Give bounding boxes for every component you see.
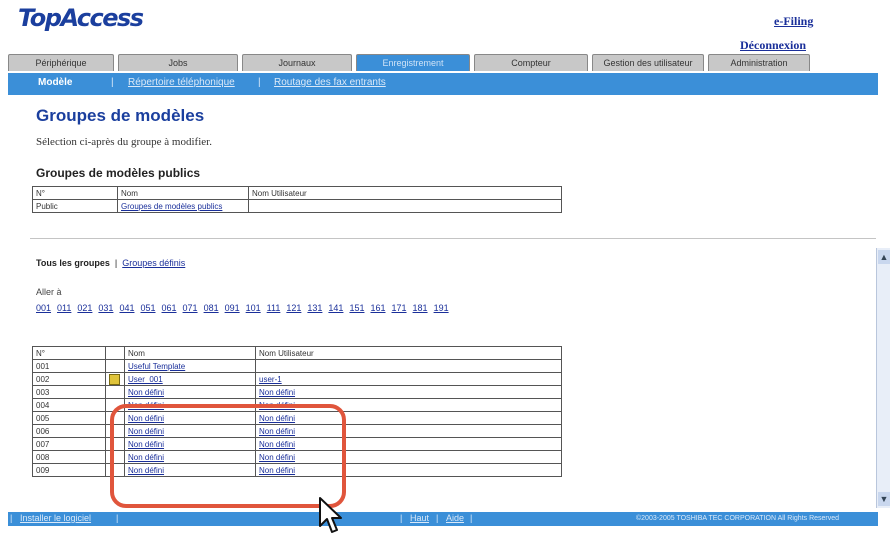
col-header-no: N° bbox=[32, 186, 118, 200]
subnav-separator: | bbox=[258, 77, 261, 88]
tab-all-groups[interactable]: Tous les groupes bbox=[36, 258, 110, 268]
table-header-row: N° Nom Nom Utilisateur bbox=[32, 186, 562, 200]
jump-link[interactable]: 001 bbox=[36, 303, 51, 313]
col-header-no: N° bbox=[32, 346, 106, 360]
table-row: 001 Useful Template bbox=[32, 359, 562, 373]
table-row: 003 Non défini Non défini bbox=[32, 385, 562, 399]
tab-peripherique[interactable]: Périphérique bbox=[8, 54, 114, 71]
logout-link[interactable]: Déconnexion bbox=[740, 38, 806, 53]
tab-enregistrement[interactable]: Enregistrement bbox=[356, 54, 470, 71]
help-link[interactable]: Aide bbox=[446, 513, 464, 523]
row-user bbox=[248, 199, 562, 213]
page-title: Groupes de modèles bbox=[36, 106, 205, 125]
jump-link[interactable]: 071 bbox=[183, 303, 198, 313]
jump-link[interactable]: 131 bbox=[307, 303, 322, 313]
sub-navigation: Modèle | Répertoire téléphonique | Routa… bbox=[8, 73, 878, 95]
highlight-box bbox=[110, 404, 346, 508]
jump-link[interactable]: 121 bbox=[286, 303, 301, 313]
subnav-separator: | bbox=[111, 77, 114, 88]
vertical-scrollbar[interactable]: ▲ ▼ bbox=[876, 248, 890, 508]
lock-icon bbox=[109, 373, 120, 385]
group-user-link[interactable]: Non défini bbox=[259, 388, 295, 397]
jump-link[interactable]: 191 bbox=[434, 303, 449, 313]
row-no: 006 bbox=[32, 424, 106, 438]
efiling-link[interactable]: e-Filing bbox=[774, 14, 813, 29]
footer-separator: | bbox=[10, 513, 13, 523]
jump-link[interactable]: 101 bbox=[246, 303, 261, 313]
row-no: 001 bbox=[32, 359, 106, 373]
subnav-repertoire[interactable]: Répertoire téléphonique bbox=[128, 77, 235, 88]
jump-link[interactable]: 011 bbox=[57, 303, 71, 313]
footer-separator: | bbox=[436, 513, 439, 523]
table-row: Public Groupes de modèles publics bbox=[32, 199, 562, 213]
public-group-link[interactable]: Groupes de modèles publics bbox=[121, 202, 222, 211]
jump-link[interactable]: 081 bbox=[204, 303, 219, 313]
group-filter-tabs: Tous les groupes | Groupes définis bbox=[36, 258, 185, 268]
row-no: 007 bbox=[32, 437, 106, 451]
group-tabs-separator: | bbox=[114, 258, 118, 268]
row-lock-cell bbox=[105, 372, 125, 386]
col-header-lock bbox=[105, 346, 125, 360]
jump-link[interactable]: 031 bbox=[98, 303, 113, 313]
tab-defined-groups[interactable]: Groupes définis bbox=[122, 258, 185, 268]
mouse-cursor-icon bbox=[318, 496, 344, 541]
top-link[interactable]: Haut bbox=[410, 513, 429, 523]
jump-link[interactable]: 061 bbox=[162, 303, 177, 313]
row-lock-cell bbox=[105, 385, 125, 399]
col-header-name: Nom bbox=[124, 346, 256, 360]
jump-label: Aller à bbox=[36, 287, 62, 297]
copyright-text: ©2003-2005 TOSHIBA TEC CORPORATION All R… bbox=[636, 515, 840, 522]
subnav-modele[interactable]: Modèle bbox=[38, 77, 72, 88]
jump-link[interactable]: 051 bbox=[140, 303, 155, 313]
jump-link[interactable]: 181 bbox=[413, 303, 428, 313]
main-tabs: Périphérique Jobs Journaux Enregistremen… bbox=[8, 54, 878, 72]
tab-gestion-utilisateur[interactable]: Gestion des utilisateur bbox=[592, 54, 704, 71]
subnav-routage-fax[interactable]: Routage des fax entrants bbox=[274, 77, 386, 88]
public-groups-title: Groupes de modèles publics bbox=[36, 166, 201, 180]
row-no: 002 bbox=[32, 372, 106, 386]
section-divider bbox=[30, 238, 876, 239]
row-no: 003 bbox=[32, 385, 106, 399]
jump-link[interactable]: 171 bbox=[392, 303, 407, 313]
table-header-row: N° Nom Nom Utilisateur bbox=[32, 346, 562, 360]
scroll-up-icon[interactable]: ▲ bbox=[878, 250, 890, 264]
jump-link[interactable]: 021 bbox=[77, 303, 92, 313]
tab-jobs[interactable]: Jobs bbox=[118, 54, 238, 71]
jump-link[interactable]: 091 bbox=[225, 303, 240, 313]
public-groups-table: N° Nom Nom Utilisateur Public Groupes de… bbox=[32, 186, 562, 213]
jump-link[interactable]: 151 bbox=[349, 303, 364, 313]
col-header-name: Nom bbox=[117, 186, 249, 200]
row-lock-cell bbox=[105, 359, 125, 373]
footer-separator: | bbox=[116, 513, 119, 523]
col-header-user: Nom Utilisateur bbox=[248, 186, 562, 200]
topaccess-logo: TopAccess bbox=[18, 4, 144, 32]
row-no: 005 bbox=[32, 411, 106, 425]
footer-bar: | Installer le logiciel | | Haut | Aide … bbox=[8, 512, 878, 526]
page-description: Sélection ci-après du groupe à modifier. bbox=[36, 136, 212, 148]
footer-separator: | bbox=[400, 513, 403, 523]
row-no: 008 bbox=[32, 450, 106, 464]
row-no: Public bbox=[32, 199, 118, 213]
col-header-user: Nom Utilisateur bbox=[255, 346, 562, 360]
group-name-link[interactable]: Useful Template bbox=[128, 362, 185, 371]
table-row: 002 User_001 user-1 bbox=[32, 372, 562, 386]
jump-link[interactable]: 111 bbox=[267, 303, 281, 313]
row-no: 009 bbox=[32, 463, 106, 477]
scroll-down-icon[interactable]: ▼ bbox=[878, 492, 890, 506]
tab-compteur[interactable]: Compteur bbox=[474, 54, 588, 71]
tab-administration[interactable]: Administration bbox=[708, 54, 810, 71]
footer-separator: | bbox=[470, 513, 473, 523]
jump-link[interactable]: 041 bbox=[119, 303, 134, 313]
row-no: 004 bbox=[32, 398, 106, 412]
group-user-link[interactable]: user-1 bbox=[259, 375, 282, 384]
row-name-link[interactable]: Groupes de modèles publics bbox=[117, 199, 249, 213]
group-name-link[interactable]: Non défini bbox=[128, 388, 164, 397]
install-software-link[interactable]: Installer le logiciel bbox=[20, 513, 91, 523]
jump-link[interactable]: 161 bbox=[370, 303, 385, 313]
tab-journaux[interactable]: Journaux bbox=[242, 54, 352, 71]
group-name-link[interactable]: User_001 bbox=[128, 375, 163, 384]
jump-link[interactable]: 141 bbox=[328, 303, 343, 313]
jump-links: 001 011 021 031 041 051 061 071 081 091 101 111 121 1… bbox=[36, 303, 455, 313]
